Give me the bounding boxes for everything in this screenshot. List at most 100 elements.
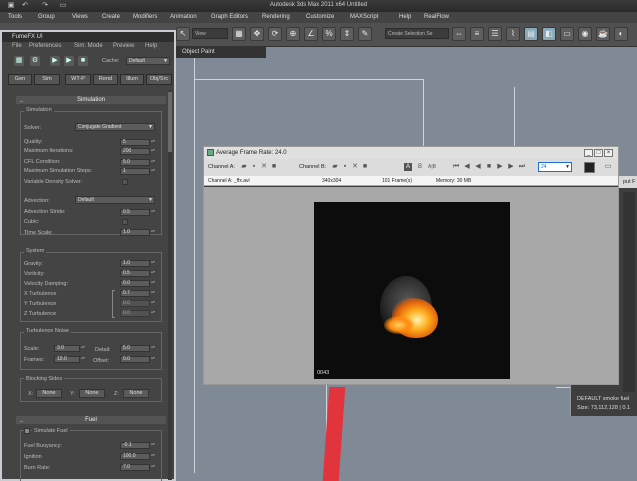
save-icon[interactable]: ▪ xyxy=(341,163,349,171)
background-color-swatch[interactable] xyxy=(584,162,595,173)
frame-buffer-title[interactable]: Average Frame Rate: 24.0 xyxy=(204,147,618,159)
x-turbulence-field[interactable]: 0.7 xyxy=(120,290,150,297)
simulate-fuel-checkbox[interactable] xyxy=(24,428,30,434)
vorticity-spinner[interactable]: ▴▾ xyxy=(151,270,155,277)
blocking-z-button[interactable]: None xyxy=(123,389,149,398)
material-editor-icon[interactable]: ◧ xyxy=(542,27,556,41)
frames-spinner[interactable]: ▴▾ xyxy=(81,356,85,363)
render-production-icon[interactable]: ☕ xyxy=(596,27,610,41)
frame-rate-dropdown[interactable]: 24 ▼ xyxy=(538,162,572,172)
tab-gen[interactable]: Gen xyxy=(8,74,32,85)
gravity-spinner[interactable]: ▴▾ xyxy=(151,260,155,267)
ignition-spinner[interactable]: ▴▾ xyxy=(151,453,155,460)
rotate-icon[interactable]: ⟳ xyxy=(268,27,282,41)
detail-spinner[interactable]: ▴▾ xyxy=(151,345,155,352)
menu-group[interactable]: Group xyxy=(38,14,55,20)
fuel-rollout-header[interactable]: Fuel xyxy=(16,416,166,424)
stop-icon[interactable]: ■ xyxy=(270,163,278,171)
menu-modifiers[interactable]: Modifiers xyxy=(133,14,157,20)
detail-field[interactable]: 5.0 xyxy=(120,345,150,352)
turbulence-lock-bracket[interactable] xyxy=(112,290,115,318)
continue-simulation-icon[interactable]: ▶ xyxy=(64,56,74,66)
vorticity-field[interactable]: 0.5 xyxy=(120,270,150,277)
channel-a-button[interactable]: A xyxy=(404,163,412,171)
fumefx-menu-help[interactable]: Help xyxy=(145,43,157,49)
grid-icon[interactable]: ▦ xyxy=(14,56,24,66)
frames-field[interactable]: 10.0 xyxy=(54,356,80,363)
first-frame-icon[interactable]: ⏮ xyxy=(452,163,460,171)
render-iterative-icon[interactable]: ◐ xyxy=(614,27,628,41)
minimize-icon[interactable]: _ xyxy=(584,149,593,157)
pivot-icon[interactable]: ▦ xyxy=(232,27,246,41)
menu-help[interactable]: Help xyxy=(399,14,411,20)
x-turbulence-spinner[interactable]: ▴▾ xyxy=(151,290,155,297)
gravity-field[interactable]: 1.0 xyxy=(120,260,150,267)
time-scale-field[interactable]: 1.0 xyxy=(120,229,150,236)
ab-compare-button[interactable]: A|B xyxy=(428,163,436,171)
var-density-checkbox[interactable] xyxy=(122,179,128,185)
schematic-view-icon[interactable]: ▤ xyxy=(524,27,538,41)
reference-coordinate-dropdown[interactable]: View xyxy=(192,28,228,39)
rendered-frame-window-icon[interactable]: ◉ xyxy=(578,27,592,41)
velocity-damping-field[interactable]: 0.0 xyxy=(120,280,150,287)
tab-rend[interactable]: Rend xyxy=(93,74,118,85)
snap-icon[interactable]: ⊕ xyxy=(286,27,300,41)
menu-customize[interactable]: Customize xyxy=(306,14,334,20)
quality-spinner[interactable]: ▴▾ xyxy=(151,139,155,146)
fumefx-menu-file[interactable]: File xyxy=(12,43,22,49)
fuel-buoyancy-field[interactable]: -0.1 xyxy=(120,442,150,449)
settings-icon[interactable]: ⚙ xyxy=(30,56,40,66)
menu-rendering[interactable]: Rendering xyxy=(262,14,290,20)
named-selection-set-dropdown[interactable]: Create Selection Se xyxy=(385,28,449,39)
burn-rate-spinner[interactable]: ▴▾ xyxy=(151,464,155,471)
tab-objsrc[interactable]: Obj/Src xyxy=(146,74,172,85)
fumefx-menu-preview[interactable]: Preview xyxy=(113,43,134,49)
render-setup-icon[interactable]: ▭ xyxy=(560,27,574,41)
close-icon[interactable]: × xyxy=(604,149,613,157)
offset-spinner[interactable]: ▴▾ xyxy=(151,356,155,363)
blocking-y-button[interactable]: None xyxy=(79,389,105,398)
open-icon[interactable]: ▰ xyxy=(331,163,339,171)
last-frame-icon[interactable]: ⏭ xyxy=(518,163,526,171)
stop-icon[interactable]: ■ xyxy=(78,56,88,66)
cfl-field[interactable]: 5.0 xyxy=(120,159,150,166)
menu-graph-editors[interactable]: Graph Editors xyxy=(211,14,248,20)
clear-icon[interactable]: ✕ xyxy=(351,163,359,171)
blocking-x-button[interactable]: None xyxy=(36,389,62,398)
spinner-snap-icon[interactable]: ⇕ xyxy=(340,27,354,41)
advection-stride-field[interactable]: 0.5 xyxy=(120,209,150,216)
curve-editor-icon[interactable]: ⌇ xyxy=(506,27,520,41)
menu-animation[interactable]: Animation xyxy=(170,14,197,20)
cache-dropdown[interactable]: Default ▼ xyxy=(126,57,170,65)
menu-tools[interactable]: Tools xyxy=(8,14,22,20)
rollout-collapse-icon[interactable]: − xyxy=(20,99,23,105)
max-iterations-spinner[interactable]: ▴▾ xyxy=(151,148,155,155)
advection-dropdown[interactable]: Default ▼ xyxy=(75,196,155,204)
cubic-checkbox[interactable] xyxy=(122,219,128,225)
play-icon[interactable]: ▶ xyxy=(496,163,504,171)
clear-icon[interactable]: ✕ xyxy=(260,163,268,171)
next-frame-icon[interactable]: ▶ xyxy=(507,163,515,171)
panel-scrollbar-thumb[interactable] xyxy=(168,92,172,152)
viewport-label[interactable]: Object Paint xyxy=(176,47,266,58)
align-icon[interactable]: ≡ xyxy=(470,27,484,41)
stop-icon[interactable]: ■ xyxy=(361,163,369,171)
time-scale-spinner[interactable]: ▴▾ xyxy=(151,229,155,236)
menu-maxscript[interactable]: MAXScript xyxy=(350,14,378,20)
cfl-spinner[interactable]: ▴▾ xyxy=(151,159,155,166)
stop-playback-icon[interactable]: ■ xyxy=(485,163,493,171)
z-turbulence-field[interactable]: 0.0 xyxy=(120,310,150,317)
velocity-damping-spinner[interactable]: ▴▾ xyxy=(151,280,155,287)
select-object-icon[interactable]: ↖ xyxy=(176,27,190,41)
open-icon[interactable]: ▰ xyxy=(240,163,248,171)
y-turbulence-field[interactable]: 0.0 xyxy=(120,300,150,307)
tab-sim[interactable]: Sim xyxy=(34,74,60,85)
menu-create[interactable]: Create xyxy=(102,14,120,20)
advection-stride-spinner[interactable]: ▴▾ xyxy=(151,209,155,216)
edit-named-selection-icon[interactable]: ✎ xyxy=(358,27,372,41)
display-toggle-icon[interactable]: ▭ xyxy=(604,163,612,171)
save-icon[interactable]: ▪ xyxy=(250,163,258,171)
maximize-icon[interactable]: □ xyxy=(594,149,603,157)
tab-illum[interactable]: Illum xyxy=(120,74,144,85)
fumefx-menu-preferences[interactable]: Preferences xyxy=(29,43,61,49)
